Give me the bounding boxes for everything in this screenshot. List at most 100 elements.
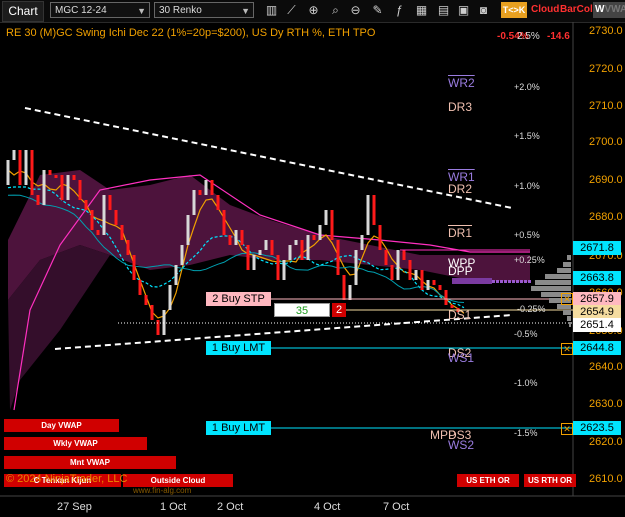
renko-brick (72, 175, 76, 180)
renko-brick (444, 290, 448, 305)
price-marker-stop: 2657.9 (573, 292, 621, 306)
value-area-dot (508, 280, 511, 283)
value-area-dot (516, 280, 519, 283)
renko-brick (294, 240, 298, 245)
vwap-toggle-button[interactable]: WVWAP (593, 2, 625, 18)
cancel-order-icon[interactable]: ✕ (561, 343, 573, 355)
renko-brick (54, 175, 58, 178)
wkly-vwap-button[interactable]: Wkly VWAP (4, 437, 147, 450)
layout-icon[interactable]: ▣ (456, 3, 471, 18)
renko-brick (396, 250, 400, 280)
value-area-dot (492, 280, 495, 283)
grid-icon[interactable]: ▦ (414, 3, 429, 18)
value-area-dot (512, 280, 515, 283)
price-marker-lmt2: 2623.5 (573, 421, 621, 435)
line-chart-icon[interactable]: ⟋ (284, 3, 299, 18)
renko-brick (66, 175, 70, 200)
tpo-profile-bar (567, 316, 571, 321)
zoom-out-icon[interactable]: ⊖ (348, 3, 363, 18)
renko-brick (246, 245, 250, 270)
price-axis-label: 2720.0 (589, 63, 623, 75)
symbol-selector[interactable]: MGC 12-24 ▼ (50, 2, 150, 18)
bars-icon[interactable]: ▥ (264, 3, 279, 18)
value-area-dot (528, 280, 531, 283)
stop-qty-box[interactable]: 2 (332, 303, 346, 317)
percent-label: -0.25% (517, 304, 546, 314)
template-icon[interactable]: ▤ (436, 3, 451, 18)
tpo-profile-bar (545, 274, 571, 279)
pencil-icon[interactable]: ✎ (370, 3, 385, 18)
renko-brick (12, 150, 16, 160)
barcol-toggle-button[interactable]: BarCol (558, 2, 595, 18)
renko-brick (42, 170, 46, 205)
level-dr1: DR1 (448, 226, 473, 240)
time-axis-label: 7 Oct (383, 501, 410, 513)
tpo-profile-bar (535, 280, 571, 285)
us-rth-or-button[interactable]: US RTH OR (524, 474, 576, 487)
buy-stop-order-label[interactable]: 2 Buy STP (206, 292, 271, 306)
price-axis-label: 2680.0 (589, 211, 623, 223)
bar-type-selector[interactable]: 30 Renko ▼ (154, 2, 254, 18)
renko-brick (330, 210, 334, 240)
time-axis-label: 4 Oct (314, 501, 341, 513)
renko-brick (270, 240, 274, 255)
renko-brick (342, 275, 346, 300)
chart-title: RE 30 (M)GC Swing Ichi Dec 22 (1%=20p=$2… (6, 27, 376, 39)
percent-label: +0.5% (514, 230, 540, 240)
renko-brick (408, 260, 412, 280)
buy-limit-order-label[interactable]: 1 Buy LMT (206, 421, 271, 435)
renko-brick (336, 240, 340, 275)
tpo-profile-bar (563, 310, 571, 315)
renko-brick (264, 240, 268, 250)
buy-limit-order-label[interactable]: 1 Buy LMT (206, 341, 271, 355)
time-axis-label: 2 Oct (217, 501, 244, 513)
price-axis-label: 2630.0 (589, 398, 623, 410)
tpo-profile-bar (531, 286, 571, 291)
renko-brick (240, 230, 244, 245)
support-trendline (54, 314, 513, 350)
renko-brick (222, 210, 226, 235)
renko-brick (276, 255, 280, 280)
renko-brick (24, 150, 28, 185)
renko-brick (378, 225, 382, 250)
day-vwap-button[interactable]: Day VWAP (4, 419, 119, 432)
renko-brick (216, 195, 220, 210)
level-ws2: WS2 (448, 438, 475, 452)
bar-type-value: 30 Renko (159, 5, 202, 16)
renko-brick (84, 200, 88, 210)
price-axis-label: 2620.0 (589, 436, 623, 448)
crosshair-icon[interactable]: ⊕ (306, 3, 321, 18)
renko-brick (114, 210, 118, 225)
mnt-vwap-button[interactable]: Mnt VWAP (4, 456, 176, 469)
renko-brick (420, 270, 424, 290)
cancel-order-icon[interactable]: ✕ (561, 293, 573, 305)
renko-brick (402, 250, 406, 260)
renko-brick (18, 150, 22, 185)
chart-menu-button[interactable]: Chart (2, 1, 44, 22)
renko-brick (120, 225, 124, 240)
tk-toggle-button[interactable]: T<>K (501, 2, 527, 18)
magnifier-icon[interactable]: ⌕ (328, 3, 343, 18)
price-marker-lmt1: 2644.8 (573, 341, 621, 355)
price-axis-label: 2730.0 (589, 25, 623, 37)
tpo-profile-bar (567, 255, 571, 260)
change-overlay-text: 2.5% (517, 31, 540, 42)
price-marker-kijun: 2663.8 (573, 271, 621, 285)
renko-brick (108, 195, 112, 210)
renko-brick (318, 225, 322, 240)
renko-brick (348, 285, 352, 300)
us-eth-or-button[interactable]: US ETH OR (457, 474, 519, 487)
tpo-profile-bar (563, 262, 571, 267)
cancel-order-icon[interactable]: ✕ (561, 423, 573, 435)
renko-brick (234, 230, 238, 245)
level-ds1: DS1 (448, 308, 472, 322)
renko-brick (414, 270, 418, 280)
toolbar: Chart MGC 12-24 ▼ 30 Renko ▼ ▥ ⟋ ⊕ ⌕ ⊖ ✎… (0, 0, 625, 23)
camera-icon[interactable]: ◙ (476, 3, 491, 18)
cloud-toggle-button[interactable]: Cloud (529, 2, 561, 18)
renko-brick (30, 150, 34, 195)
stop-ticks-box[interactable]: 35 (274, 303, 330, 317)
renko-brick (90, 210, 94, 230)
indicator-icon[interactable]: ƒ (392, 3, 407, 18)
renko-brick (96, 230, 100, 235)
